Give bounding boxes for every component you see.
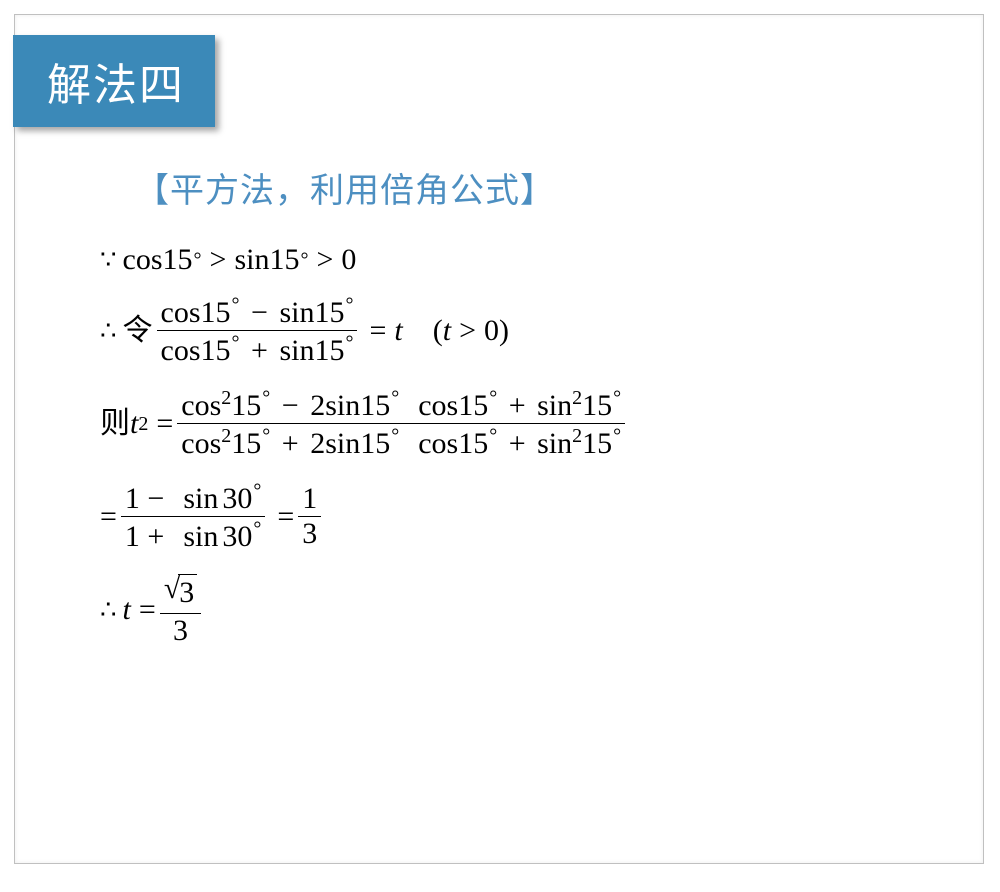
because-symbol (100, 247, 117, 273)
angle-15: 15 (269, 245, 299, 275)
document-card: 解法四 【平方法，利用倍角公式】 cos15° > sin15° > 0 令 c… (14, 14, 984, 864)
let-text: 令 (123, 316, 153, 346)
gt-symbol: > (459, 316, 476, 346)
radicand: 3 (178, 574, 197, 611)
var-t: t (443, 316, 451, 346)
math-line-2: 令 cos15° − sin15° cos15° + sin15° = t (t (100, 293, 930, 368)
fraction-denominator: 3 (169, 614, 192, 648)
then-text: 则 (100, 409, 130, 439)
fraction-denominator: cos15° + sin15° (157, 331, 358, 368)
var-t: t (123, 595, 131, 625)
fraction: cos215° − 2sin15° cos15° + sin215° cos21… (177, 386, 625, 461)
eq-symbol: = (369, 316, 386, 346)
title-badge: 解法四 (13, 35, 215, 127)
fraction-numerator: 1 (298, 482, 321, 517)
fraction-numerator: 1 − sin30° (121, 479, 265, 517)
eq-symbol: = (139, 595, 156, 625)
fraction-denominator: 3 (298, 517, 321, 551)
eq-symbol: = (277, 502, 294, 532)
paren-open: ( (433, 316, 443, 346)
math-line-1: cos15° > sin15° > 0 (100, 245, 930, 275)
title-text: 解法四 (47, 61, 185, 110)
zero: 0 (341, 245, 356, 275)
degree-symbol: ° (194, 250, 202, 270)
fraction: 1 3 (298, 482, 321, 551)
fraction: cos15° − sin15° cos15° + sin15° (157, 293, 358, 368)
angle-15: 15 (163, 245, 193, 275)
gt-symbol: > (316, 245, 333, 275)
eq-symbol: = (156, 409, 173, 439)
paren-close: ) (499, 316, 509, 346)
fraction-denominator: cos215° + 2sin15° cos15° + sin215° (177, 424, 625, 461)
subtitle-text: 【平方法，利用倍角公式】 (135, 163, 555, 212)
math-line-4: = 1 − sin30° 1 + sin30° = 1 3 (100, 479, 930, 554)
zero: 0 (484, 316, 499, 346)
fraction: 1 − sin30° 1 + sin30° (121, 479, 265, 554)
fraction: √ 3 3 (160, 572, 201, 648)
therefore-symbol (100, 597, 117, 623)
fraction-numerator: √ 3 (160, 572, 201, 614)
math-line-5: t = √ 3 3 (100, 572, 930, 648)
fraction-denominator: 1 + sin30° (121, 517, 265, 554)
sin-fn: sin (234, 245, 269, 275)
gt-symbol: > (210, 245, 227, 275)
sqrt: √ 3 (164, 574, 197, 611)
var-t: t (394, 316, 402, 346)
cos-fn: cos (123, 245, 163, 275)
degree-symbol: ° (300, 250, 308, 270)
math-line-3: 则 t2 = cos215° − 2sin15° cos15° + sin215… (100, 386, 930, 461)
therefore-symbol (100, 318, 117, 344)
math-body: cos15° > sin15° > 0 令 cos15° − sin15° co… (100, 245, 930, 666)
exponent: 2 (138, 414, 148, 434)
eq-symbol: = (100, 502, 117, 532)
var-t: t (130, 409, 138, 439)
fraction-numerator: cos15° − sin15° (157, 293, 358, 331)
fraction-numerator: cos215° − 2sin15° cos15° + sin215° (177, 386, 625, 424)
